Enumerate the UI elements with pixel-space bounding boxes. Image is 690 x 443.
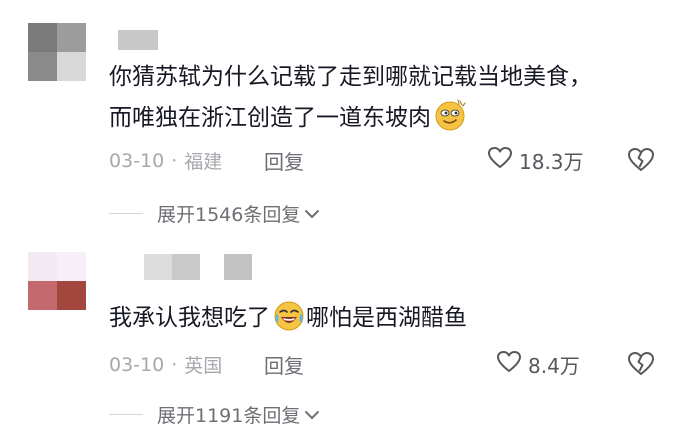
expand-replies-button[interactable]: 展开1546条回复 [109, 200, 320, 227]
comment-text-line: 而唯独在浙江创造了一道东坡肉 [109, 97, 592, 144]
crying-laugh-face-icon [272, 299, 306, 344]
avatar[interactable] [28, 23, 86, 81]
meta-separator: · [171, 149, 178, 172]
avatar-pixel [28, 52, 57, 81]
avatar-pixel [57, 252, 86, 281]
reply-button[interactable]: 回复 [264, 146, 304, 175]
reply-button[interactable]: 回复 [264, 350, 304, 379]
avatar[interactable] [28, 252, 86, 310]
heart-icon [496, 350, 522, 379]
avatar-pixel [57, 23, 86, 52]
divider-line [109, 213, 143, 214]
comment-meta: 03-10 · 福建 [109, 147, 222, 174]
comment-meta: 03-10 · 英国 [109, 351, 222, 378]
expand-replies-label: 展开1191条回复 [157, 405, 301, 427]
comment-location: 福建 [184, 151, 223, 173]
blur-block [224, 254, 252, 280]
like-count: 18.3万 [519, 150, 584, 174]
dislike-button[interactable] [627, 351, 655, 381]
expand-replies-button[interactable]: 展开1191条回复 [109, 401, 320, 428]
comment-text: 你猜苏轼为什么记载了走到哪就记载当地美食， 而唯独在浙江创造了一道东坡肉 [109, 57, 592, 144]
like-button[interactable]: 18.3万 [487, 146, 584, 175]
broken-heart-icon [627, 148, 655, 177]
blur-block [172, 254, 200, 280]
chevron-down-icon [304, 203, 320, 225]
comment-text: 我承认我想吃了 哪怕是西湖醋鱼 [109, 298, 467, 344]
comment-text-span: 哪怕是西湖醋鱼 [306, 305, 467, 331]
comment-date: 03-10 [109, 353, 165, 376]
username-blurred[interactable] [118, 30, 158, 50]
dislike-button[interactable] [627, 147, 655, 177]
comment-location: 英国 [184, 355, 223, 377]
like-count: 8.4万 [528, 354, 580, 378]
comment-text-span: 我承认我想吃了 [109, 305, 270, 331]
divider-line [109, 414, 143, 415]
comment-text-line: 你猜苏轼为什么记载了走到哪就记载当地美食， [109, 64, 592, 90]
comment-date: 03-10 [109, 149, 165, 172]
broken-heart-icon [627, 352, 655, 381]
avatar-pixel [28, 23, 57, 52]
blur-block [118, 30, 158, 50]
like-button[interactable]: 8.4万 [496, 350, 580, 379]
username-blurred[interactable] [144, 254, 252, 280]
comment-text-span: 而唯独在浙江创造了一道东坡肉 [109, 105, 431, 131]
chevron-down-icon [304, 404, 320, 426]
heart-icon [487, 146, 513, 175]
expand-replies-label: 展开1546条回复 [157, 204, 301, 226]
avatar-pixel [28, 281, 57, 310]
avatar-pixel [57, 281, 86, 310]
blur-gap [200, 254, 224, 280]
avatar-pixel [57, 52, 86, 81]
meta-separator: · [171, 353, 178, 376]
avatar-pixel [28, 252, 57, 281]
blur-block [144, 254, 172, 280]
smirk-face-icon [433, 97, 469, 144]
